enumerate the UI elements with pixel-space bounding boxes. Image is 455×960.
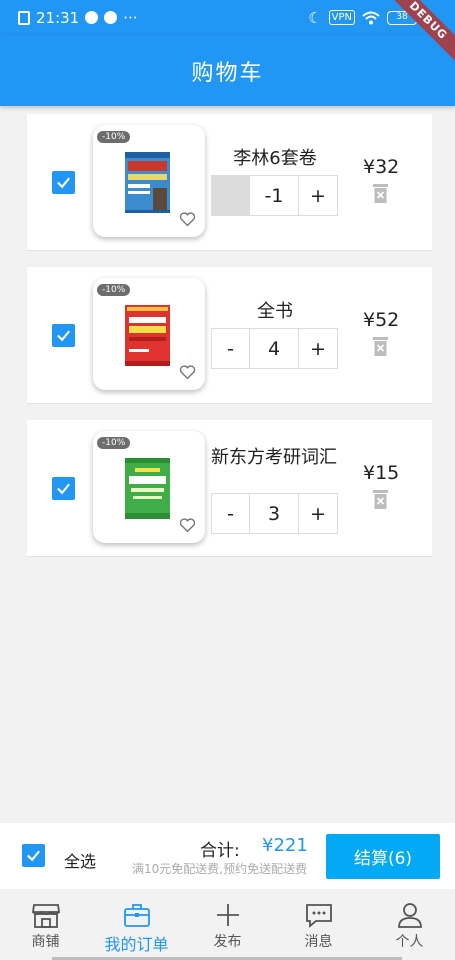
- book-cover-image: [125, 458, 170, 519]
- product-image-card[interactable]: -10%: [93, 278, 205, 390]
- increase-button[interactable]: +: [299, 176, 337, 215]
- checkmark-icon: [57, 483, 70, 495]
- cart-item: -10% 全书 - 4 + ¥52: [27, 267, 432, 404]
- tab-label: 消息: [304, 934, 333, 950]
- item-price: ¥32: [363, 156, 400, 178]
- item-price: ¥15: [363, 462, 400, 484]
- checkout-button[interactable]: 结算(6): [326, 834, 440, 879]
- briefcase-icon: [123, 904, 150, 927]
- item-price: ¥52: [363, 309, 400, 331]
- moon-icon: ☾: [308, 8, 322, 27]
- checkmark-icon: [27, 850, 40, 862]
- item-checkbox[interactable]: [52, 477, 75, 500]
- app-bar: 购物车: [0, 35, 455, 106]
- quantity-stepper: -1 +: [211, 175, 338, 216]
- page-title: 购物车: [191, 60, 264, 86]
- product-title: 李林6套卷: [233, 148, 317, 169]
- item-checkbox[interactable]: [52, 324, 75, 347]
- book-cover-image: [125, 305, 170, 366]
- discount-badge: -10%: [97, 284, 131, 296]
- shipping-note: 满10元免配送费,预约免送配送费: [132, 862, 308, 876]
- shop-icon: [31, 904, 60, 928]
- checkout-bar: 全选 合计: ¥221 满10元免配送费,预约免送配送费 结算(6): [0, 823, 455, 889]
- favorite-heart-icon[interactable]: [179, 211, 196, 227]
- status-bar-left: 21:31 ···: [18, 9, 138, 27]
- decrease-button[interactable]: [212, 176, 250, 215]
- vpn-badge: VPN: [328, 10, 355, 25]
- sim-icon: [18, 10, 30, 25]
- tab-label: 个人: [395, 934, 424, 950]
- quantity-stepper: - 4 +: [211, 328, 338, 369]
- more-notifications-icon: ···: [123, 8, 138, 27]
- tab-messages[interactable]: 消息: [273, 889, 364, 960]
- quantity-value: 4: [250, 329, 299, 368]
- plus-icon: [216, 904, 239, 926]
- status-bar-right: ☾ VPN 38: [308, 9, 417, 27]
- tab-label: 商铺: [31, 934, 60, 950]
- checkmark-icon: [57, 330, 70, 342]
- increase-button[interactable]: +: [299, 494, 337, 533]
- cart-list: -10% 李林6套卷 -1 + ¥32 -10% 全书 - 4 + ¥52 -1…: [27, 114, 432, 573]
- delete-trash-icon[interactable]: [373, 490, 388, 509]
- checkmark-icon: [57, 177, 70, 189]
- delete-trash-icon[interactable]: [373, 337, 388, 356]
- select-all-label[interactable]: 全选: [64, 848, 96, 872]
- status-time: 21:31: [36, 8, 80, 27]
- tab-my-orders[interactable]: 我的订单: [91, 889, 182, 960]
- decrease-button[interactable]: -: [212, 494, 250, 533]
- tab-label: 发布: [213, 934, 242, 950]
- cart-item: -10% 李林6套卷 -1 + ¥32: [27, 114, 432, 251]
- tab-label: 我的订单: [104, 935, 169, 954]
- message-icon: [305, 904, 332, 928]
- product-title: 新东方考研词汇: [211, 447, 337, 468]
- product-image-card[interactable]: -10%: [93, 431, 205, 543]
- book-cover-image: [125, 152, 170, 213]
- bottom-navigation: 商铺 我的订单 发布 消息 个人: [0, 889, 455, 960]
- favorite-heart-icon[interactable]: [179, 517, 196, 533]
- delete-trash-icon[interactable]: [373, 184, 388, 203]
- increase-button[interactable]: +: [299, 329, 337, 368]
- wifi-icon: [362, 11, 380, 24]
- product-title: 全书: [257, 301, 293, 322]
- discount-badge: -10%: [97, 437, 131, 449]
- item-checkbox[interactable]: [52, 171, 75, 194]
- favorite-heart-icon[interactable]: [179, 364, 196, 380]
- quantity-stepper: - 3 +: [211, 493, 338, 534]
- total-amount: ¥221: [262, 835, 308, 856]
- status-bar: 21:31 ··· ☾ VPN 38: [0, 0, 455, 35]
- tab-shop[interactable]: 商铺: [0, 889, 91, 960]
- tab-publish[interactable]: 发布: [182, 889, 273, 960]
- select-all-checkbox[interactable]: [22, 844, 45, 867]
- discount-badge: -10%: [97, 131, 131, 143]
- check-notification-icon: [104, 11, 118, 24]
- total-label: 合计:: [200, 841, 240, 861]
- person-icon: [397, 903, 422, 928]
- quantity-value: -1: [250, 176, 299, 215]
- quantity-value: 3: [250, 494, 299, 533]
- decrease-button[interactable]: -: [212, 329, 250, 368]
- cart-item: -10% 新东方考研词汇 - 3 + ¥15: [27, 420, 432, 557]
- tab-profile[interactable]: 个人: [364, 889, 455, 960]
- app-notification-icon: [85, 11, 99, 24]
- product-image-card[interactable]: -10%: [93, 125, 205, 237]
